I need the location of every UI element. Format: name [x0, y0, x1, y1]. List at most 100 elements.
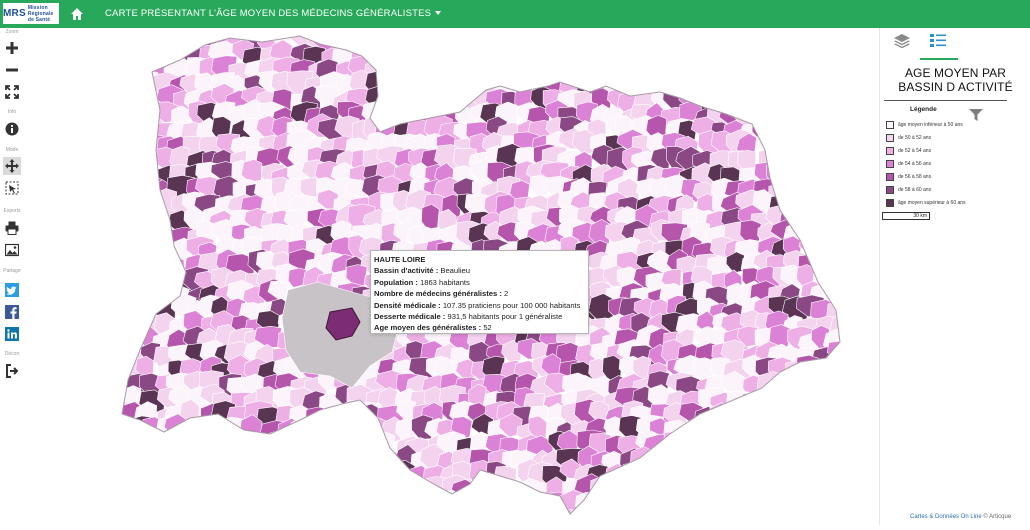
commune-area[interactable]: [560, 55, 582, 81]
commune-area[interactable]: [796, 354, 820, 382]
commune-area[interactable]: [771, 416, 796, 441]
commune-area[interactable]: [781, 137, 810, 162]
commune-area[interactable]: [348, 461, 375, 485]
commune-area[interactable]: [363, 466, 388, 489]
commune-area[interactable]: [512, 506, 534, 525]
commune-area[interactable]: [810, 465, 833, 488]
commune-area[interactable]: [688, 450, 717, 471]
commune-area[interactable]: [297, 449, 323, 470]
commune-area[interactable]: [843, 402, 865, 429]
commune-area[interactable]: [412, 40, 436, 65]
twitter-icon[interactable]: [3, 281, 21, 299]
commune-area[interactable]: [335, 419, 360, 445]
commune-area[interactable]: [364, 430, 385, 457]
commune-area[interactable]: [407, 509, 438, 525]
commune-area[interactable]: [724, 446, 751, 474]
commune-area[interactable]: [843, 191, 861, 215]
commune-area[interactable]: [333, 453, 360, 474]
commune-area[interactable]: [662, 31, 686, 52]
commune-area[interactable]: [634, 492, 661, 516]
commune-area[interactable]: [616, 55, 641, 84]
commune-area[interactable]: [783, 60, 803, 88]
commune-area[interactable]: [392, 505, 414, 525]
commune-area[interactable]: [120, 62, 144, 87]
commune-area[interactable]: [735, 435, 763, 461]
commune-area[interactable]: [305, 479, 329, 504]
commune-area[interactable]: [585, 44, 606, 70]
commune-area[interactable]: [832, 392, 857, 415]
commune-area[interactable]: [105, 43, 133, 74]
commune-area[interactable]: [845, 101, 866, 127]
commune-area[interactable]: [662, 58, 692, 83]
commune-area[interactable]: [697, 62, 724, 89]
commune-area[interactable]: [842, 416, 866, 435]
commune-area[interactable]: [815, 421, 838, 444]
home-icon[interactable]: [70, 7, 84, 21]
commune-area[interactable]: [692, 418, 716, 439]
commune-area[interactable]: [111, 218, 134, 248]
commune-area[interactable]: [391, 44, 414, 65]
commune-area[interactable]: [187, 445, 212, 468]
commune-area[interactable]: [439, 44, 469, 72]
commune-area[interactable]: [801, 388, 827, 413]
commune-area[interactable]: [303, 460, 330, 487]
commune-area[interactable]: [137, 496, 162, 519]
commune-area[interactable]: [705, 451, 730, 478]
commune-area[interactable]: [770, 494, 798, 521]
commune-area[interactable]: [245, 481, 266, 503]
commune-area[interactable]: [795, 86, 818, 115]
commune-area[interactable]: [800, 39, 827, 61]
commune-area[interactable]: [846, 445, 873, 473]
commune-area[interactable]: [651, 30, 672, 56]
commune-area[interactable]: [801, 165, 830, 187]
commune-area[interactable]: [825, 376, 853, 399]
commune-area[interactable]: [113, 284, 136, 306]
commune-area[interactable]: [809, 480, 839, 506]
commune-area[interactable]: [107, 494, 132, 522]
commune-area[interactable]: [786, 399, 817, 430]
commune-area[interactable]: [771, 116, 792, 144]
commune-area[interactable]: [843, 239, 864, 260]
commune-area[interactable]: [530, 56, 552, 85]
commune-area[interactable]: [137, 191, 157, 220]
commune-area[interactable]: [134, 269, 162, 296]
commune-area[interactable]: [604, 30, 633, 50]
commune-area[interactable]: [812, 222, 838, 248]
commune-area[interactable]: [768, 461, 793, 484]
commune-area[interactable]: [784, 89, 807, 114]
commune-area[interactable]: [843, 87, 868, 109]
commune-area[interactable]: [452, 56, 473, 86]
commune-area[interactable]: [418, 78, 443, 105]
commune-area[interactable]: [846, 357, 871, 380]
commune-area[interactable]: [394, 60, 418, 84]
commune-area[interactable]: [391, 74, 416, 100]
commune-area[interactable]: [839, 376, 860, 401]
commune-area[interactable]: [434, 58, 462, 81]
commune-area[interactable]: [830, 262, 852, 287]
commune-area[interactable]: [345, 478, 371, 503]
commune-area[interactable]: [738, 466, 762, 489]
commune-area[interactable]: [110, 188, 129, 213]
commune-area[interactable]: [126, 212, 152, 233]
commune-area[interactable]: [303, 418, 332, 445]
commune-area[interactable]: [616, 509, 640, 525]
commune-area[interactable]: [121, 176, 146, 200]
commune-area[interactable]: [768, 44, 797, 72]
commune-area[interactable]: [269, 461, 293, 484]
commune-area[interactable]: [680, 481, 709, 510]
commune-area[interactable]: [306, 496, 334, 518]
commune-area[interactable]: [816, 372, 839, 396]
commune-area[interactable]: [780, 73, 805, 93]
commune-area[interactable]: [110, 504, 131, 525]
map-title-dropdown[interactable]: CARTE PRÉSENTANT L'ÂGE MOYEN DES MÉDECIN…: [105, 8, 442, 19]
commune-area[interactable]: [179, 475, 201, 504]
commune-area[interactable]: [724, 493, 752, 514]
commune-area[interactable]: [844, 29, 863, 54]
commune-area[interactable]: [742, 39, 762, 62]
commune-area[interactable]: [107, 480, 131, 504]
commune-area[interactable]: [112, 133, 134, 160]
info-icon[interactable]: [3, 120, 21, 138]
commune-area[interactable]: [722, 437, 748, 459]
commune-area[interactable]: [122, 452, 144, 473]
commune-area[interactable]: [844, 270, 864, 291]
